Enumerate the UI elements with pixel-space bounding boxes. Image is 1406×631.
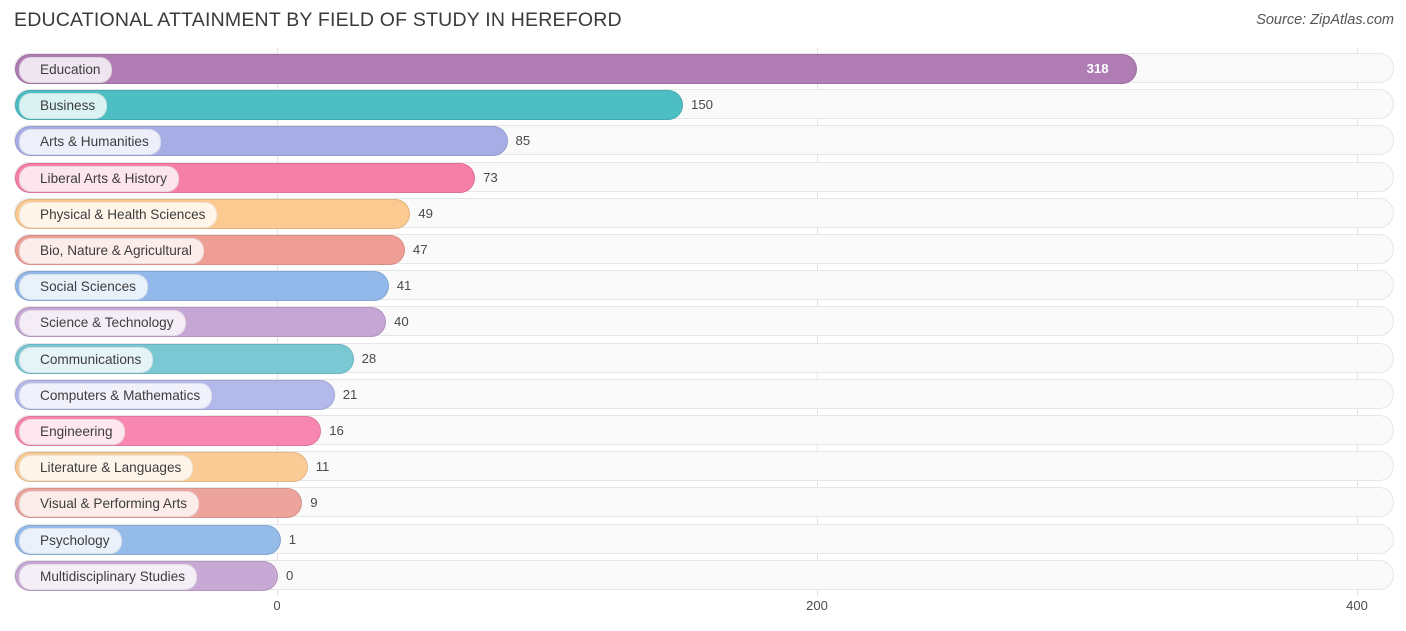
bar-value: 28 <box>361 350 377 366</box>
bar-label: Science & Technology <box>19 310 186 337</box>
bar <box>15 54 1137 84</box>
chart-page: EDUCATIONAL ATTAINMENT BY FIELD OF STUDY… <box>0 0 1406 631</box>
x-axis: 0 200 400 <box>14 596 1394 620</box>
bar-row: Computers & Mathematics 21 <box>14 378 1394 410</box>
bar-row: Education 318 <box>14 53 1394 84</box>
bar-label: Arts & Humanities <box>19 129 161 156</box>
bar-row: Liberal Arts & History 73 <box>14 161 1394 193</box>
bar-value: 73 <box>483 169 498 185</box>
bar-value: 318 <box>1086 61 1109 76</box>
bar-label: Communications <box>19 346 154 373</box>
x-tick-200: 200 <box>806 598 828 613</box>
page-title: EDUCATIONAL ATTAINMENT BY FIELD OF STUDY… <box>14 9 622 31</box>
bar-value: 150 <box>691 97 714 113</box>
x-tick-400: 400 <box>1346 598 1368 613</box>
bar-row: Science & Technology 40 <box>14 306 1394 338</box>
bar-row: Visual & Performing Arts 9 <box>14 487 1394 519</box>
bar-label: Computers & Mathematics <box>19 382 213 409</box>
bar-value: 47 <box>412 242 428 257</box>
bar-row: Physical & Health Sciences 49 <box>14 197 1394 229</box>
bar-label: Liberal Arts & History <box>19 165 179 192</box>
bar-label: Visual & Performing Arts <box>19 491 200 518</box>
bar-label: Business <box>19 93 108 120</box>
bar-row: Multidisciplinary Studies 0 <box>14 559 1394 591</box>
bar-row: Literature & Languages 11 <box>14 451 1394 483</box>
bar-value: 1 <box>288 531 297 547</box>
bar-row: Psychology 1 <box>14 523 1394 555</box>
bar-value: 85 <box>515 133 531 149</box>
bar-value: 41 <box>396 278 412 294</box>
source-label: Source: ZipAtlas.com <box>1256 12 1394 28</box>
x-tick-0: 0 <box>273 598 281 613</box>
bar-row: Arts & Humanities 85 <box>14 125 1394 157</box>
bar <box>15 90 683 121</box>
bar-label: Physical & Health Sciences <box>19 201 218 228</box>
bar-label: Engineering <box>19 419 125 445</box>
bar-label: Social Sciences <box>19 274 148 301</box>
bar-label: Bio, Nature & Agricultural <box>19 238 204 264</box>
bar-label: Literature & Languages <box>19 455 194 482</box>
bar-row: Engineering 16 <box>14 415 1394 446</box>
bar-label: Psychology <box>19 527 122 554</box>
bar-row: Communications 28 <box>14 342 1394 374</box>
bar-row: Business 150 <box>14 89 1394 121</box>
bar-label: Multidisciplinary Studies <box>19 563 198 590</box>
bar-value: 40 <box>394 314 409 330</box>
bar-value: 21 <box>342 386 358 402</box>
bar-row: Social Sciences 41 <box>14 270 1394 302</box>
bar-value: 49 <box>418 205 433 221</box>
bar-value: 9 <box>310 495 318 511</box>
bar-row: Bio, Nature & Agricultural 47 <box>14 234 1394 265</box>
bar-value: 0 <box>286 567 294 583</box>
bar-value: 16 <box>329 423 344 438</box>
bar-label: Education <box>19 57 113 83</box>
bar-value: 11 <box>315 459 330 475</box>
chart-plot-area: Education 318 Business 150 Arts & Humanities… <box>14 48 1394 596</box>
